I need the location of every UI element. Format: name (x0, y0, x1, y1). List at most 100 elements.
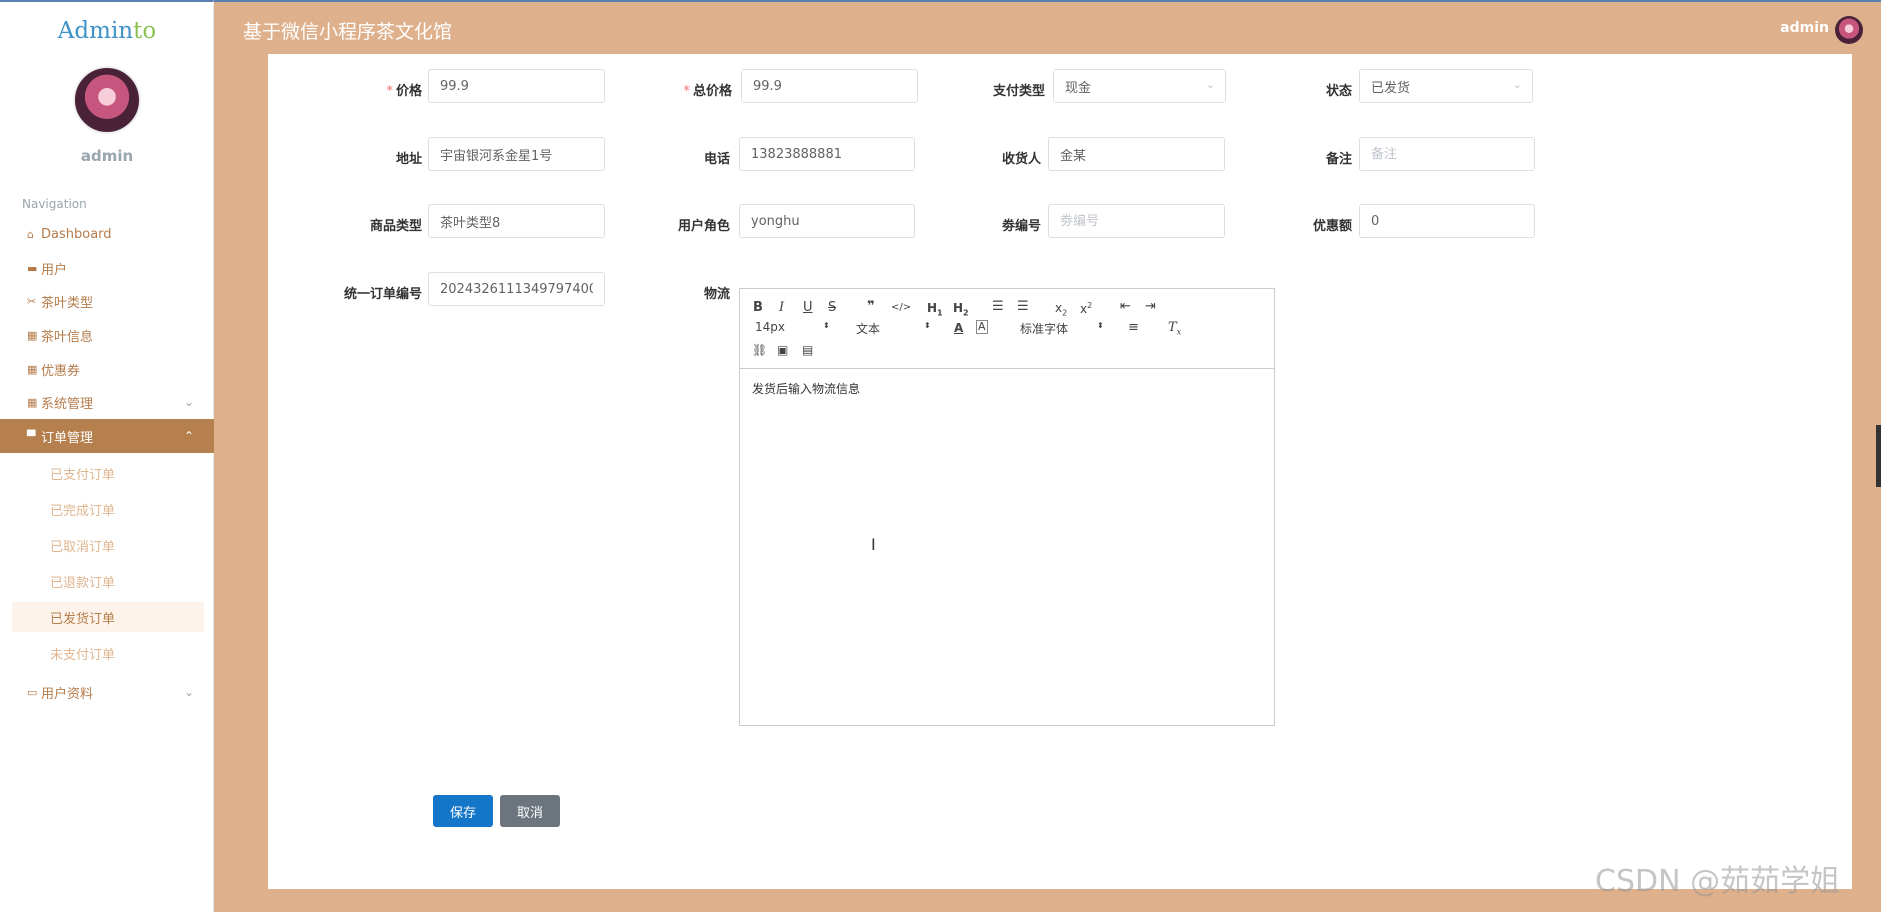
cancel-button[interactable]: 取消 (500, 795, 560, 827)
monitor-icon: ▀ (27, 429, 36, 443)
header-kind-value: 文本 (856, 322, 881, 336)
receiver-input[interactable] (1048, 137, 1225, 171)
align-icon[interactable]: ≡ (1128, 320, 1139, 336)
sidebar-item-user-profile[interactable]: ▭ 用户资料 ⌄ (0, 677, 214, 707)
sub-item-completed-orders[interactable]: 已完成订单 (12, 494, 204, 524)
logistics-label: 物流 (703, 287, 730, 302)
price-input[interactable] (428, 69, 605, 103)
indent-icon[interactable]: ⇥ (1145, 299, 1156, 315)
frame-left-border (214, 54, 268, 912)
sub-item-label: 已发货订单 (50, 611, 116, 627)
phone-input[interactable] (739, 137, 915, 171)
heading-2-icon[interactable]: H2 (953, 300, 969, 321)
watermark-text: CSDN @茹茹学姐 (1595, 864, 1841, 899)
status-value: 已发货 (1371, 80, 1411, 96)
card-icon: ▭ (27, 685, 38, 699)
italic-icon[interactable]: I (779, 300, 784, 316)
sub-item-label: 已完成订单 (50, 503, 116, 519)
font-size-select[interactable]: 14px ⬍ (755, 320, 830, 334)
sidebar-item-label: 茶叶信息 (41, 329, 94, 345)
font-family-select[interactable]: 标准字体 ⬍ (1020, 320, 1105, 337)
chevron-up-icon: ⌃ (183, 429, 194, 443)
editor-toolbar: B I U S ❞ </> H1 H2 ☰ ☰ x2 x2 ⇤ ⇥ 14px ⬍… (740, 289, 1274, 369)
status-select[interactable]: 已发货 ⌄ (1359, 69, 1533, 103)
sidebar-item-tea-info[interactable]: ▦ 茶叶信息 (0, 320, 214, 350)
coupon-no-input[interactable] (1048, 204, 1225, 238)
order-no-label: 统一订单编号 (343, 287, 422, 302)
outdent-icon[interactable]: ⇤ (1120, 299, 1131, 315)
remark-input[interactable] (1359, 137, 1535, 171)
sidebar-item-orders[interactable]: ▀ 订单管理 ⌃ (0, 419, 214, 453)
remark-label: 备注 (1325, 152, 1352, 167)
sidebar-item-label: 用户 (41, 262, 68, 278)
user-role-input[interactable] (739, 204, 915, 238)
bullet-list-icon[interactable]: ☰ (1017, 299, 1029, 315)
save-button[interactable]: 保存 (433, 795, 493, 827)
pay-type-value: 现金 (1065, 80, 1092, 96)
chevron-down-icon: ⌄ (183, 685, 194, 699)
code-block-icon[interactable]: </> (891, 300, 911, 316)
sub-item-shipped-orders[interactable]: 已发货订单 (12, 602, 204, 632)
sidebar-item-users[interactable]: ▬ 用户 (0, 253, 214, 283)
coupon-no-label: 劵编号 (1001, 219, 1041, 234)
sidebar-item-dashboard[interactable]: ⌂ Dashboard (0, 219, 214, 249)
total-price-input[interactable] (741, 69, 918, 103)
goods-type-label: 商品类型 (369, 219, 422, 234)
underline-icon[interactable]: U (803, 300, 813, 316)
image-icon[interactable]: ▣ (777, 342, 788, 358)
sub-item-paid-orders[interactable]: 已支付订单 (12, 458, 204, 488)
background-color-icon[interactable]: A (976, 320, 988, 334)
home-icon: ⌂ (27, 227, 34, 241)
sidebar: Adminto admin Navigation ⌂ Dashboard ▬ 用… (0, 0, 214, 912)
blockquote-icon[interactable]: ❞ (867, 299, 875, 315)
top-header: 基于微信小程序茶文化馆 admin (214, 0, 1881, 54)
ordered-list-icon[interactable]: ☰ (992, 299, 1004, 315)
video-icon[interactable]: ▤ (802, 342, 813, 358)
goods-type-input[interactable] (428, 204, 605, 238)
font-color-icon[interactable]: A (954, 320, 963, 336)
pay-type-label: 支付类型 (992, 84, 1045, 99)
updown-icon: ⬍ (1097, 321, 1104, 330)
clear-format-icon[interactable]: Tx (1168, 320, 1181, 341)
address-input[interactable] (428, 137, 605, 171)
font-family-value: 标准字体 (1020, 322, 1069, 336)
status-label: 状态 (1325, 84, 1352, 99)
phone-label: 电话 (703, 152, 730, 167)
scrollbar-handle[interactable] (1876, 425, 1881, 487)
sub-item-cancelled-orders[interactable]: 已取消订单 (12, 530, 204, 560)
sidebar-item-label: 优惠券 (41, 363, 81, 379)
bold-icon[interactable]: B (753, 300, 763, 316)
header-avatar[interactable] (1835, 16, 1863, 44)
chevron-down-icon: ⌄ (1512, 78, 1522, 91)
receiver-label: 收货人 (1001, 152, 1041, 167)
discount-input[interactable] (1359, 204, 1535, 238)
superscript-icon[interactable]: x2 (1080, 298, 1092, 317)
font-size-value: 14px (755, 320, 785, 334)
user-role-label: 用户角色 (677, 219, 730, 234)
order-no-input[interactable] (428, 272, 605, 306)
sub-item-unpaid-orders[interactable]: 未支付订单 (12, 638, 204, 668)
app-logo[interactable]: Adminto (0, 18, 214, 44)
header-username[interactable]: admin (1780, 20, 1829, 36)
heading-1-icon[interactable]: H1 (927, 300, 943, 321)
sidebar-item-label: Dashboard (41, 226, 112, 242)
header-kind-select[interactable]: 文本 ⬍ (856, 320, 931, 337)
sidebar-item-label: 用户资料 (41, 686, 94, 702)
avatar[interactable] (73, 66, 141, 134)
strikethrough-icon[interactable]: S (828, 300, 836, 316)
sidebar-item-coupons[interactable]: ▦ 优惠券 (0, 354, 214, 384)
sub-item-label: 已退款订单 (50, 575, 116, 591)
price-label: * 价格 (386, 84, 422, 99)
address-label: 地址 (395, 152, 422, 167)
ticket-icon: ✂ (27, 294, 37, 308)
logistics-rich-editor: B I U S ❞ </> H1 H2 ☰ ☰ x2 x2 ⇤ ⇥ 14px ⬍… (739, 288, 1275, 726)
sidebar-item-tea-types[interactable]: ✂ 茶叶类型 (0, 286, 214, 316)
subscript-icon[interactable]: x2 (1055, 300, 1067, 321)
sub-item-refunded-orders[interactable]: 已退款订单 (12, 566, 204, 596)
briefcase-icon: ▬ (27, 261, 38, 275)
link-icon[interactable]: ⛓ (752, 342, 767, 358)
sidebar-item-system[interactable]: ▦ 系统管理 ⌄ (0, 387, 214, 417)
sub-item-label: 已取消订单 (50, 539, 116, 555)
logistics-editor-content[interactable]: 发货后输入物流信息 (740, 370, 1274, 725)
pay-type-select[interactable]: 现金 ⌄ (1053, 69, 1226, 103)
